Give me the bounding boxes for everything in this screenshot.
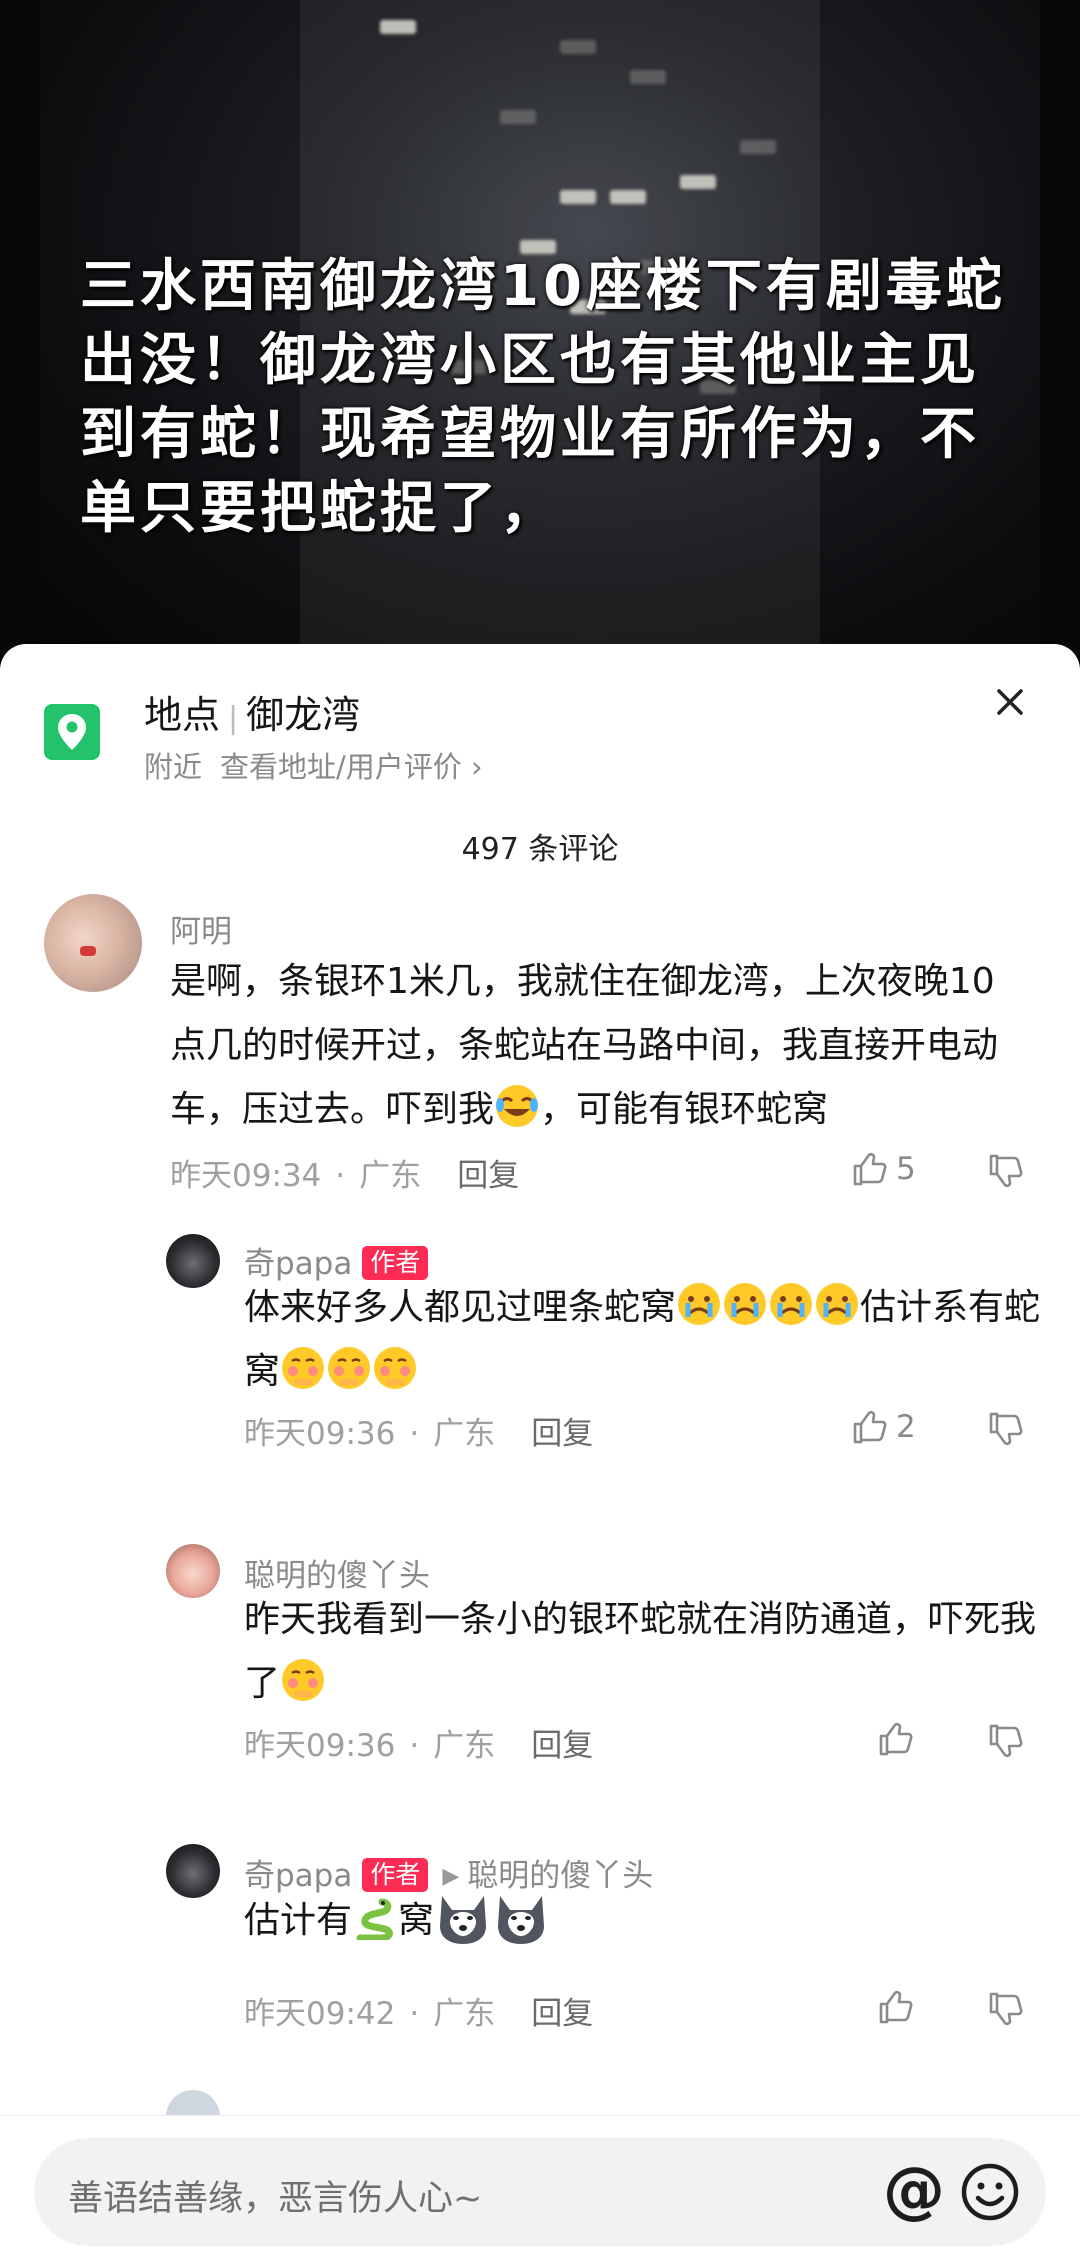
crying-emoji-icon (676, 1281, 722, 1327)
comment-input[interactable]: 善语结善缘，恶言伤人心~ @ (34, 2138, 1046, 2246)
comment-region: 广东 (359, 1158, 422, 1194)
comment-meta: 昨天09:36 · 广东 回复 (244, 1728, 594, 1764)
shy-emoji-icon (280, 1657, 326, 1703)
reply-button[interactable]: 回复 (531, 1416, 593, 1452)
comment-time: 昨天09:36 (244, 1728, 396, 1764)
reply-item: 聪明的傻丫头 昨天我看到一条小的银环蛇就在消防通道，吓死我了 昨天09:36 · 广… (0, 1544, 1080, 1774)
reply-button[interactable]: 回复 (531, 1996, 593, 2032)
location-card[interactable]: 地点 | 御龙湾 附近 查看地址/用户评价 › (0, 644, 1080, 794)
thumbs-up-icon (879, 1722, 913, 1756)
shy-emoji-icon (280, 1345, 326, 1391)
location-nearby: 附近 (144, 750, 203, 784)
thumbs-up-icon (853, 1410, 887, 1444)
mention-at-icon[interactable]: @ (882, 2159, 946, 2224)
thumbs-down-icon (989, 1992, 1023, 2026)
dislike-button[interactable] (986, 1722, 1024, 1764)
thumbs-up-icon (853, 1152, 887, 1186)
thumbs-up-icon (879, 1990, 913, 2024)
dislike-button[interactable] (986, 1410, 1024, 1452)
comment-region: 广东 (433, 1728, 496, 1764)
location-label: 地点 (144, 693, 221, 737)
like-button[interactable] (876, 1720, 914, 1758)
shy-emoji-icon (326, 1345, 372, 1391)
reply-item: 奇papa 作者 ▶ 聪明的傻丫头 估计有窝 昨天09:42 · 广东 回复 (0, 1844, 1080, 2044)
comment-time: 昨天09:34 (170, 1158, 322, 1194)
comment-text-tail: 窝 (398, 1900, 435, 1941)
laughing-crying-emoji-icon (494, 1083, 540, 1129)
like-button[interactable]: 2 (850, 1408, 916, 1446)
location-pin-icon (44, 704, 100, 760)
comments-panel: 地点 | 御龙湾 附近 查看地址/用户评价 › 497 条评论 阿明 是啊，条银环1米… (0, 644, 1080, 2259)
video-player[interactable]: 三水西南御龙湾10座楼下有剧毒蛇出没！御龙湾小区也有其他业主见到有蛇！现希望物业… (0, 0, 1080, 660)
location-name: 御龙湾 (246, 693, 361, 737)
comment-text-main: 体来好多人都见过哩条蛇窝 (244, 1287, 677, 1328)
crying-emoji-icon (814, 1281, 860, 1327)
comment-region: 广东 (433, 1416, 496, 1452)
location-subtitle: 附近 查看地址/用户评价 › (144, 744, 483, 786)
husky-emoji-icon (492, 1888, 550, 1946)
reply-arrow-icon: ▶ (442, 1864, 460, 1889)
comment-region: 广东 (433, 1996, 496, 2032)
close-icon[interactable] (988, 680, 1032, 724)
author-badge: 作者 (362, 1858, 429, 1892)
comment-input-bar: 善语结善缘，恶言伤人心~ @ (0, 2115, 1080, 2259)
comment-input-placeholder: 善语结善缘，恶言伤人心~ (68, 2179, 483, 2219)
crying-emoji-icon (768, 1281, 814, 1327)
comment-text-main: 昨天我看到一条小的银环蛇就在消防通道，吓死我了 (244, 1599, 1037, 1704)
comment-text: 是啊，条银环1米几，我就住在御龙湾，上次夜晚10点几的时候开过，条蛇站在马路中间… (170, 950, 1030, 1142)
comment-time: 昨天09:42 (244, 1996, 396, 2032)
comment-time: 昨天09:36 (244, 1416, 396, 1452)
like-count: 5 (896, 1151, 916, 1187)
thumbs-down-icon (989, 1154, 1023, 1188)
dislike-button[interactable] (986, 1990, 1024, 2032)
shy-emoji-icon (372, 1345, 418, 1391)
husky-emoji-icon (434, 1888, 492, 1946)
crying-emoji-icon (722, 1281, 768, 1327)
avatar[interactable] (166, 1234, 220, 1288)
avatar[interactable] (166, 1544, 220, 1598)
author-badge: 作者 (362, 1246, 429, 1280)
comment-text: 昨天我看到一条小的银环蛇就在消防通道，吓死我了 (244, 1588, 1044, 1716)
comment-meta: 昨天09:34 · 广东 回复 (170, 1158, 520, 1194)
thumbs-down-icon (989, 1724, 1023, 1758)
reply-button[interactable]: 回复 (531, 1728, 593, 1764)
like-button[interactable] (876, 1988, 914, 2026)
comment-meta: 昨天09:36 · 广东 回复 (244, 1416, 594, 1452)
reply-button[interactable]: 回复 (457, 1158, 519, 1194)
avatar[interactable] (166, 1844, 220, 1898)
location-reviews-link[interactable]: 查看地址/用户评价 › (220, 750, 483, 784)
avatar[interactable] (44, 894, 142, 992)
comment-text-tail: ，可能有银环蛇窝 (540, 1089, 829, 1130)
comment-text-main: 估计有 (244, 1900, 353, 1941)
like-button[interactable]: 5 (850, 1150, 916, 1188)
comment-item: 阿明 是啊，条银环1米几，我就住在御龙湾，上次夜晚10点几的时候开过，条蛇站在马… (0, 894, 1080, 1194)
emoji-picker-icon[interactable] (958, 2160, 1022, 2224)
comment-username[interactable]: 阿明 (170, 906, 232, 951)
snake-emoji-icon (352, 1894, 398, 1942)
comment-meta: 昨天09:42 · 广东 回复 (244, 1996, 594, 2032)
comment-text: 估计有 窝 (244, 1888, 1044, 1953)
dislike-button[interactable] (986, 1152, 1024, 1194)
comment-text: 体来好多人都见过哩条蛇窝 估计系有蛇窝 (244, 1276, 1044, 1404)
video-caption: 三水西南御龙湾10座楼下有剧毒蛇出没！御龙湾小区也有其他业主见到有蛇！现希望物业… (80, 254, 1006, 541)
thumbs-down-icon (989, 1412, 1023, 1446)
like-count: 2 (896, 1409, 916, 1445)
reply-item: 奇papa 作者 体来好多人都见过哩条蛇窝 估计系有蛇窝 昨天09:36 · 广东 回复 … (0, 1234, 1080, 1474)
comment-count: 497 条评论 (461, 832, 619, 867)
location-title: 地点 | 御龙湾 (144, 693, 361, 737)
